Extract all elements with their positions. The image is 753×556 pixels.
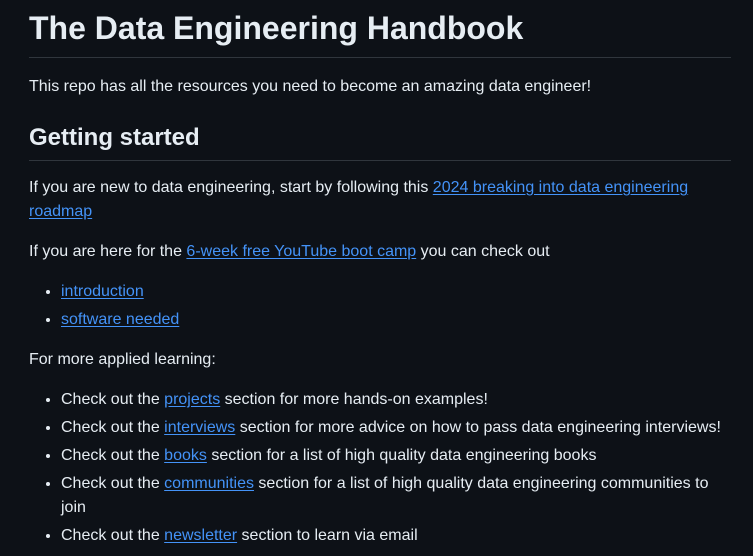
interviews-link[interactable]: interviews [164,419,235,436]
list-item: Check out the projects section for more … [61,388,731,412]
list-item: Check out the newsletter section to lear… [61,524,731,548]
bootcamp-link[interactable]: 6-week free YouTube boot camp [186,243,416,260]
applied-learning-label: For more applied learning: [29,351,216,368]
list-item: software needed [61,308,731,332]
bootcamp-paragraph: If you are here for the 6-week free YouT… [29,240,731,264]
software-needed-link[interactable]: software needed [61,311,179,328]
getting-started-heading: Getting started [29,123,731,161]
page-title: The Data Engineering Handbook [29,0,731,58]
books-link[interactable]: books [164,447,207,464]
list-item: Check out the books section for a list o… [61,444,731,468]
bootcamp-list: introduction software needed [29,280,731,332]
roadmap-text: If you are new to data engineering, star… [29,179,433,196]
applied-learning-list: Check out the projects section for more … [29,388,731,548]
list-item: Check out the interviews section for mor… [61,416,731,440]
communities-link[interactable]: communities [164,475,254,492]
list-item: introduction [61,280,731,304]
newsletter-link[interactable]: newsletter [164,527,237,544]
introduction-link[interactable]: introduction [61,283,144,300]
bootcamp-text-prefix: If you are here for the [29,243,187,260]
projects-link[interactable]: projects [164,391,220,408]
readme-content: The Data Engineering Handbook This repo … [29,0,731,548]
bootcamp-text-suffix: you can check out [416,243,550,260]
roadmap-paragraph: If you are new to data engineering, star… [29,176,731,224]
intro-text: This repo has all the resources you need… [29,78,592,95]
list-item: Check out the communities section for a … [61,472,731,520]
